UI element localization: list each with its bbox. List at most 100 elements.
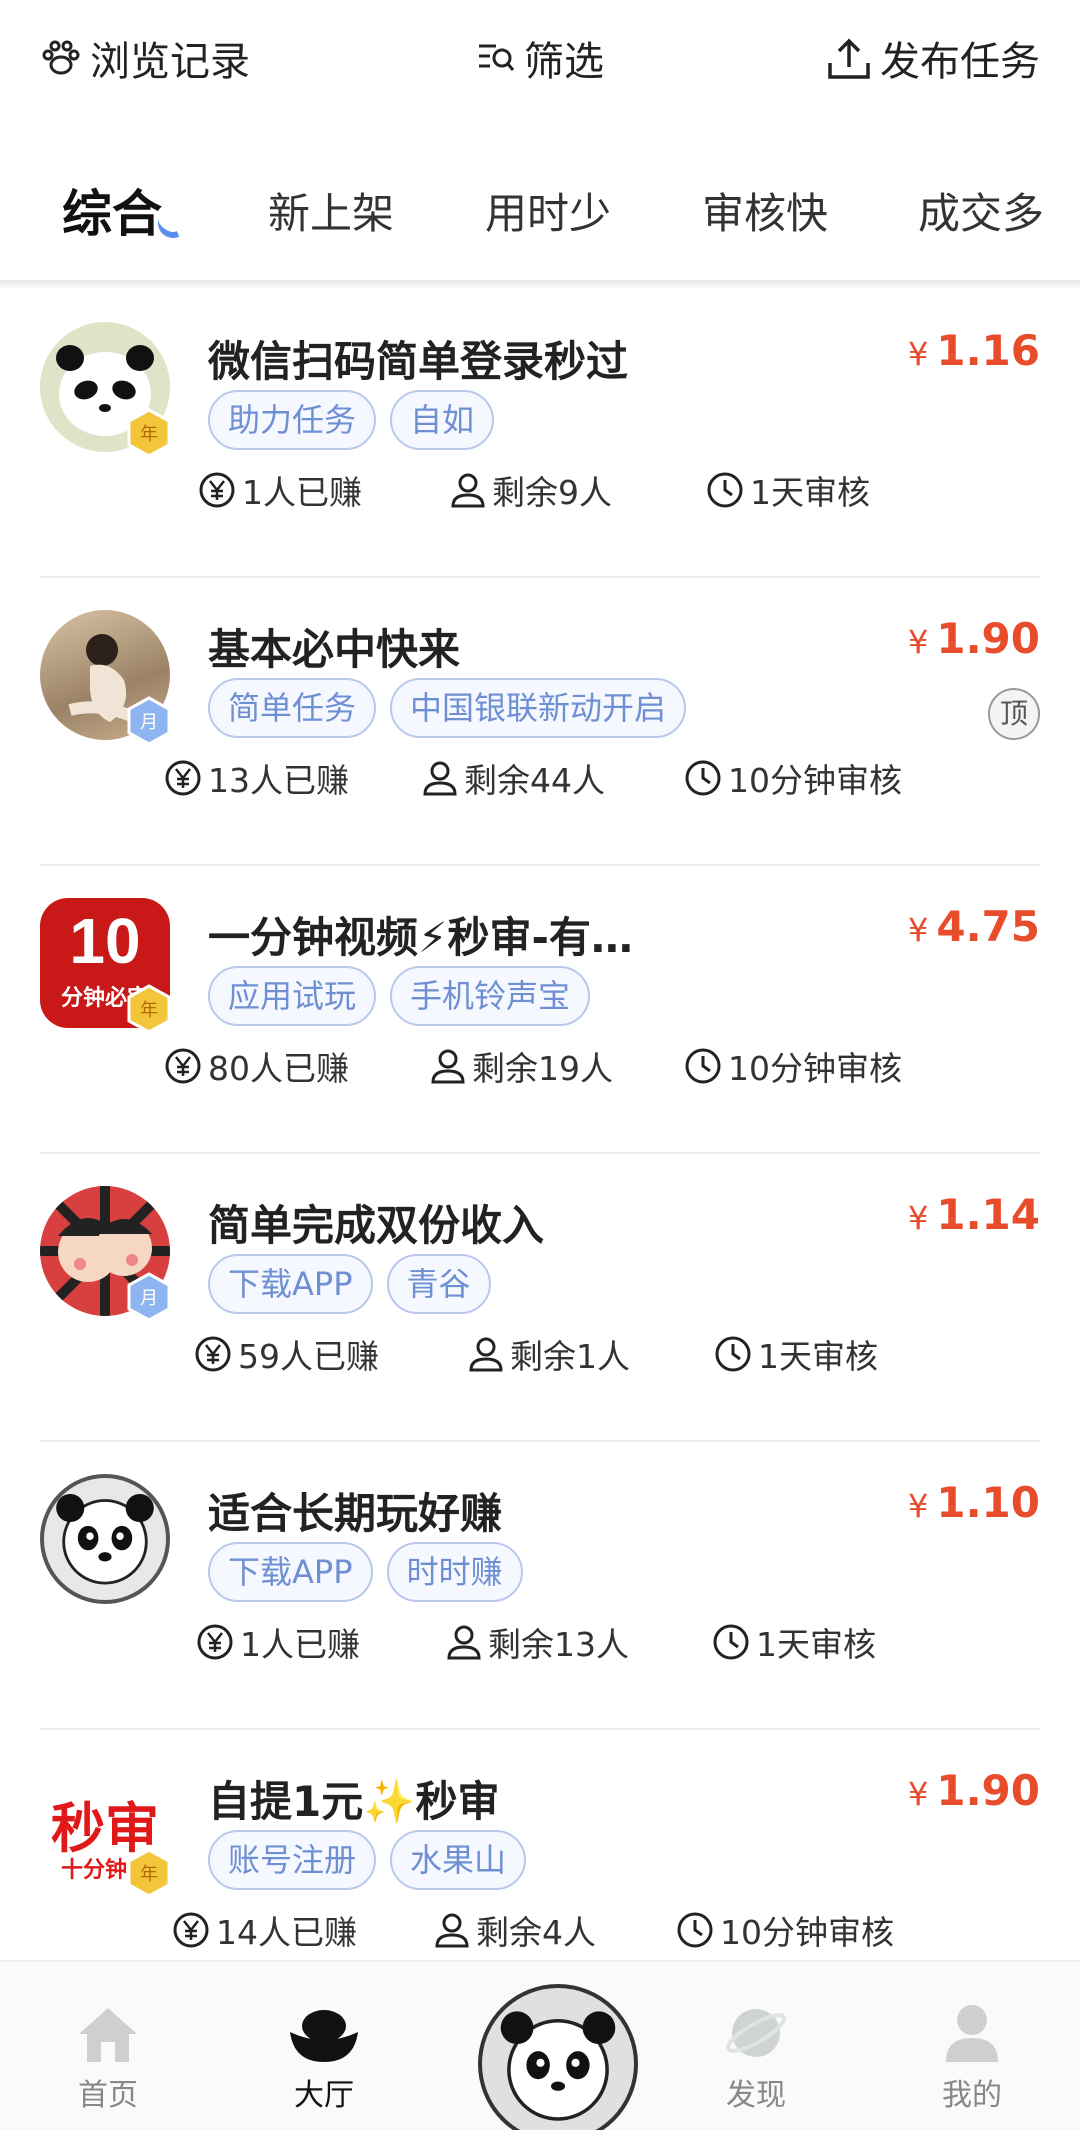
task-tags: 助力任务 自如: [208, 390, 508, 450]
pinned-badge: 顶: [988, 688, 1040, 740]
browse-history-label: 浏览记录: [90, 39, 250, 85]
earned-stat: 14人已赚: [172, 1906, 357, 1954]
level-badge-icon: 月: [127, 696, 171, 746]
task-price: ¥1.10: [908, 1478, 1040, 1527]
task-tag: 助力任务: [208, 390, 377, 450]
bottom-nav: 首页 大厅 发现 我的: [0, 1960, 1080, 2130]
person-icon: [451, 473, 485, 508]
earned-stat: 13人已赚: [164, 754, 349, 802]
task-tag: 自如: [390, 390, 495, 450]
task-tags: 简单任务 中国银联新动开启: [208, 678, 700, 738]
level-badge-icon: 年: [127, 1848, 171, 1898]
tab-comprehensive[interactable]: 综合: [62, 174, 162, 246]
task-tag: 账号注册: [208, 1830, 377, 1890]
task-title: 微信扫码简单登录秒过: [208, 337, 629, 386]
panda-center-button[interactable]: [478, 1984, 638, 2130]
task-tags: 账号注册 水果山: [208, 1830, 540, 1890]
tab-most-deals[interactable]: 成交多: [918, 180, 1044, 241]
clock-icon: [713, 1624, 749, 1660]
remaining-stat: 剩余4人: [434, 1906, 596, 1954]
task-item[interactable]: 月 基本必中快来 ¥1.90 顶 简单任务 中国银联新动开启 13人已赚 剩余4…: [0, 578, 1080, 866]
task-tag: 青谷: [386, 1254, 491, 1314]
review-stat: 10分钟审核: [684, 1042, 902, 1090]
publish-task-label: 发布任务: [880, 39, 1040, 85]
clock-icon: [677, 1912, 713, 1948]
svg-text:年: 年: [140, 424, 158, 445]
earned-stat: 80人已赚: [164, 1042, 349, 1090]
nav-home[interactable]: 首页: [38, 2000, 178, 2114]
tab-less-time[interactable]: 用时少: [485, 180, 611, 241]
nav-home-label: 首页: [78, 2078, 138, 2113]
paw-icon: [42, 40, 80, 75]
nav-hall[interactable]: 大厅: [254, 2000, 394, 2114]
level-badge-icon: 年: [127, 408, 171, 458]
avatar-big-text: 10: [69, 905, 141, 977]
review-stat: 10分钟审核: [676, 1906, 894, 1954]
yen-circle-icon: [199, 472, 235, 508]
task-item[interactable]: 10 分钟必审 年 一分钟视频⚡秒审-有… ¥4.75 应用试玩 手机铃声宝 8…: [0, 866, 1080, 1154]
task-tag: 时时赚: [386, 1542, 523, 1602]
level-badge-icon: 年: [127, 984, 171, 1034]
remaining-stat: 剩余9人: [450, 466, 612, 514]
person-icon: [435, 1913, 469, 1948]
svg-text:年: 年: [140, 1000, 158, 1021]
remaining-stat: 剩余44人: [422, 754, 605, 802]
task-title: 自提1元✨秒审: [208, 1777, 500, 1826]
task-tag: 手机铃声宝: [390, 966, 591, 1026]
tabs-divider: [0, 280, 1080, 290]
task-tag: 中国银联新动开启: [390, 678, 687, 738]
person-icon: [447, 1625, 481, 1660]
person-icon: [423, 761, 457, 796]
review-stat: 1天审核: [712, 1618, 876, 1666]
task-price: ¥1.14: [908, 1190, 1040, 1239]
task-tag: 水果山: [390, 1830, 527, 1890]
task-tag: 简单任务: [208, 678, 377, 738]
remaining-stat: 剩余1人: [468, 1330, 630, 1378]
task-item[interactable]: 年 微信扫码简单登录秒过 ¥1.16 助力任务 自如 1人已赚 剩余9人 1天审…: [0, 290, 1080, 578]
clock-icon: [715, 1336, 751, 1372]
remaining-stat: 剩余19人: [430, 1042, 613, 1090]
level-badge-icon: 月: [127, 1272, 171, 1322]
clock-icon: [707, 472, 743, 508]
task-price: ¥4.75: [908, 902, 1040, 951]
tab-fast-review[interactable]: 审核快: [702, 180, 828, 241]
nav-discover[interactable]: 发现: [686, 2000, 826, 2114]
task-tag: 应用试玩: [208, 966, 377, 1026]
review-stat: 1天审核: [714, 1330, 878, 1378]
task-title: 一分钟视频⚡秒审-有…: [208, 913, 633, 962]
filter-button[interactable]: 筛选: [476, 28, 604, 88]
earned-stat: 1人已赚: [196, 1618, 360, 1666]
yen-circle-icon: [173, 1912, 209, 1948]
clock-icon: [685, 760, 721, 796]
task-price: ¥1.90: [908, 1766, 1040, 1815]
task-item[interactable]: 月 简单完成双份收入 ¥1.14 下载APP 青谷 59人已赚 剩余1人 1天审…: [0, 1154, 1080, 1442]
publish-task-button[interactable]: 发布任务: [826, 28, 1040, 88]
task-title: 适合长期玩好赚: [208, 1489, 503, 1538]
task-title: 简单完成双份收入: [208, 1201, 545, 1250]
top-bar: 浏览记录 筛选 发布任务: [0, 0, 1080, 120]
task-item[interactable]: 适合长期玩好赚 ¥1.10 下载APP 时时赚 1人已赚 剩余13人 1天审核: [0, 1442, 1080, 1730]
browse-history-button[interactable]: 浏览记录: [40, 28, 250, 88]
tab-new[interactable]: 新上架: [268, 180, 394, 241]
filter-icon: [479, 44, 515, 71]
review-stat: 1天审核: [706, 466, 870, 514]
ingot-icon: [290, 2010, 358, 2062]
planet-icon: [725, 2009, 787, 2057]
svg-text:月: 月: [140, 1288, 158, 1309]
task-price: ¥1.90: [908, 614, 1040, 663]
task-tags: 下载APP 时时赚: [208, 1542, 537, 1602]
task-tag: 下载APP: [208, 1254, 373, 1314]
earned-stat: 1人已赚: [198, 466, 362, 514]
nav-me[interactable]: 我的: [902, 2000, 1042, 2114]
nav-me-label: 我的: [942, 2078, 1002, 2113]
task-tags: 应用试玩 手机铃声宝: [208, 966, 604, 1026]
task-tags: 下载APP 青谷: [208, 1254, 505, 1314]
avatar: [40, 1474, 170, 1604]
review-stat: 10分钟审核: [684, 754, 902, 802]
panda-icon: [500, 2011, 616, 2121]
yen-circle-icon: [165, 760, 201, 796]
nav-discover-label: 发现: [726, 2078, 786, 2113]
earned-stat: 59人已赚: [194, 1330, 379, 1378]
remaining-stat: 剩余13人: [446, 1618, 629, 1666]
task-title: 基本必中快来: [208, 625, 461, 674]
